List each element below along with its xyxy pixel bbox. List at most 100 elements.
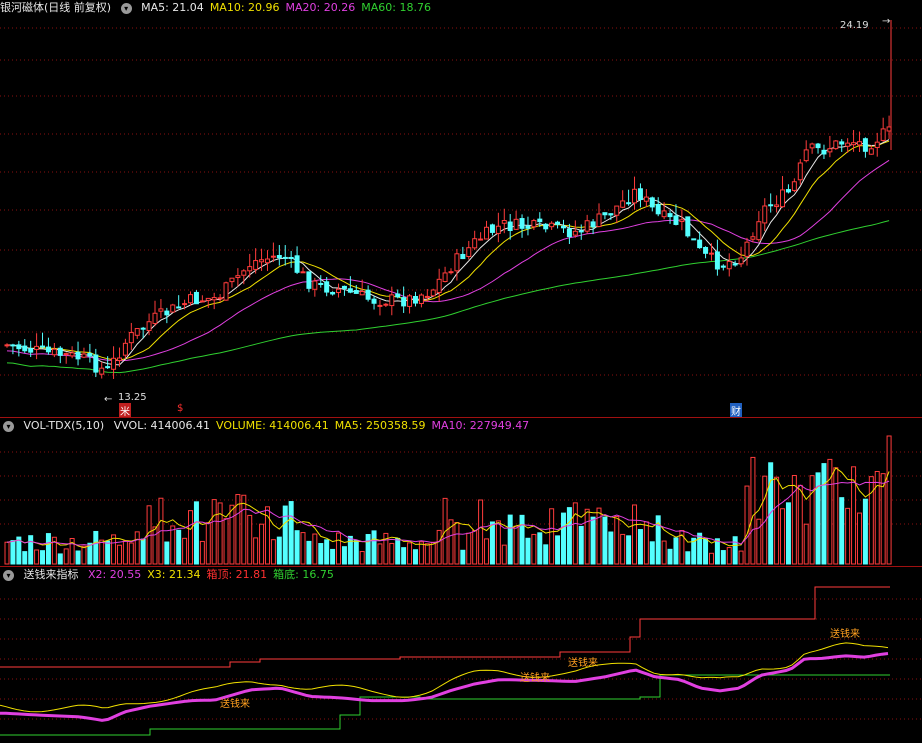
candle	[454, 253, 460, 272]
candle	[495, 225, 501, 234]
candle	[4, 344, 10, 347]
volume-bar	[501, 544, 507, 565]
candle	[353, 290, 359, 294]
candle	[643, 196, 649, 202]
volume-bar	[300, 532, 306, 565]
volume-bar	[484, 538, 490, 565]
candle	[572, 230, 578, 236]
candle	[235, 275, 241, 278]
candle	[442, 272, 448, 283]
candle	[105, 366, 111, 369]
marker-mi[interactable]: 米	[119, 403, 131, 418]
volume-bar	[507, 514, 513, 565]
volume-bar	[525, 537, 531, 565]
candle	[809, 143, 815, 149]
volume-bar	[774, 476, 780, 565]
volume-bar	[128, 542, 134, 565]
volume-bar	[454, 522, 460, 565]
candle	[164, 310, 170, 316]
volume-bar	[341, 546, 347, 565]
volume-bar	[643, 521, 649, 565]
candle	[874, 141, 880, 148]
volume-bar	[63, 548, 69, 565]
candle	[158, 308, 164, 312]
volume-bar	[270, 539, 276, 565]
candle	[661, 210, 667, 218]
volume-bar	[99, 539, 105, 565]
candle	[111, 357, 117, 370]
candle	[276, 255, 282, 259]
volume-bar	[744, 485, 750, 565]
candle	[270, 255, 276, 258]
price-panel[interactable]: 银河磁体(日线 前复权) ▾ MA5: 21.04 MA10: 20.96 MA20…	[0, 0, 922, 418]
volume-bar	[714, 538, 720, 565]
volume-bar	[430, 541, 436, 565]
candle	[549, 222, 555, 228]
volume-panel[interactable]: ▾ VOL-TDX(5,10) VVOL: 414006.41 VOLUME: 4…	[0, 418, 922, 566]
candle	[341, 285, 347, 289]
volume-bar	[259, 523, 265, 565]
volume-bar	[720, 550, 726, 565]
volume-bar	[182, 537, 188, 565]
volume-bar	[4, 541, 10, 565]
volume-bar	[460, 549, 466, 565]
volume-bar	[833, 467, 839, 565]
candle	[401, 297, 407, 307]
low-arrow: ←	[104, 394, 112, 405]
signal-label: 送钱来	[220, 699, 250, 710]
volume-bar	[247, 514, 253, 565]
marker-finance[interactable]: 财	[730, 403, 742, 418]
volume-bar	[602, 516, 608, 565]
volume-bar	[703, 538, 709, 565]
candle	[744, 241, 750, 257]
volume-bar	[626, 535, 632, 565]
volume-bar	[412, 549, 418, 565]
x2-line	[0, 652, 889, 722]
volume-bar	[845, 507, 851, 565]
indicator-panel[interactable]: ▾ 送钱来指标 X2: 20.55 X3: 21.34 箱顶: 21.81 箱底: 1…	[0, 567, 922, 743]
candle	[122, 342, 128, 356]
volume-bar	[193, 501, 199, 565]
volume-bar	[45, 533, 51, 565]
candle	[679, 219, 685, 223]
volume-bar	[34, 549, 40, 565]
volume-bar	[318, 543, 324, 565]
candle	[484, 226, 490, 240]
volume-bar	[785, 502, 791, 565]
candle	[217, 297, 223, 300]
candle	[685, 216, 691, 237]
volume-chart[interactable]	[0, 418, 922, 566]
candle	[45, 346, 51, 353]
volume-bar	[620, 533, 626, 565]
candle	[336, 288, 342, 293]
candle	[791, 181, 797, 191]
candle	[75, 351, 81, 360]
candle	[673, 215, 679, 225]
candle	[199, 300, 205, 303]
price-chart[interactable]: →←	[0, 0, 922, 417]
candle	[324, 281, 330, 293]
candle	[389, 294, 395, 307]
candle	[294, 255, 300, 273]
candle	[229, 277, 235, 283]
volume-bar	[176, 529, 182, 565]
candle	[655, 203, 661, 215]
volume-bar	[732, 536, 738, 565]
volume-bar	[152, 526, 158, 565]
volume-bar	[294, 530, 300, 565]
candle	[288, 256, 294, 259]
candle	[833, 140, 839, 150]
candle	[365, 289, 371, 300]
candle	[223, 282, 229, 301]
marker-dollar[interactable]: $	[176, 403, 184, 414]
candle	[16, 344, 22, 350]
candle	[697, 239, 703, 249]
candle	[34, 345, 40, 350]
volume-bar	[537, 532, 543, 565]
candle	[466, 247, 472, 258]
indicator-chart[interactable]	[0, 567, 922, 743]
candle	[116, 357, 122, 361]
candle	[637, 188, 643, 200]
volume-bar	[188, 510, 194, 565]
candle	[264, 258, 270, 264]
